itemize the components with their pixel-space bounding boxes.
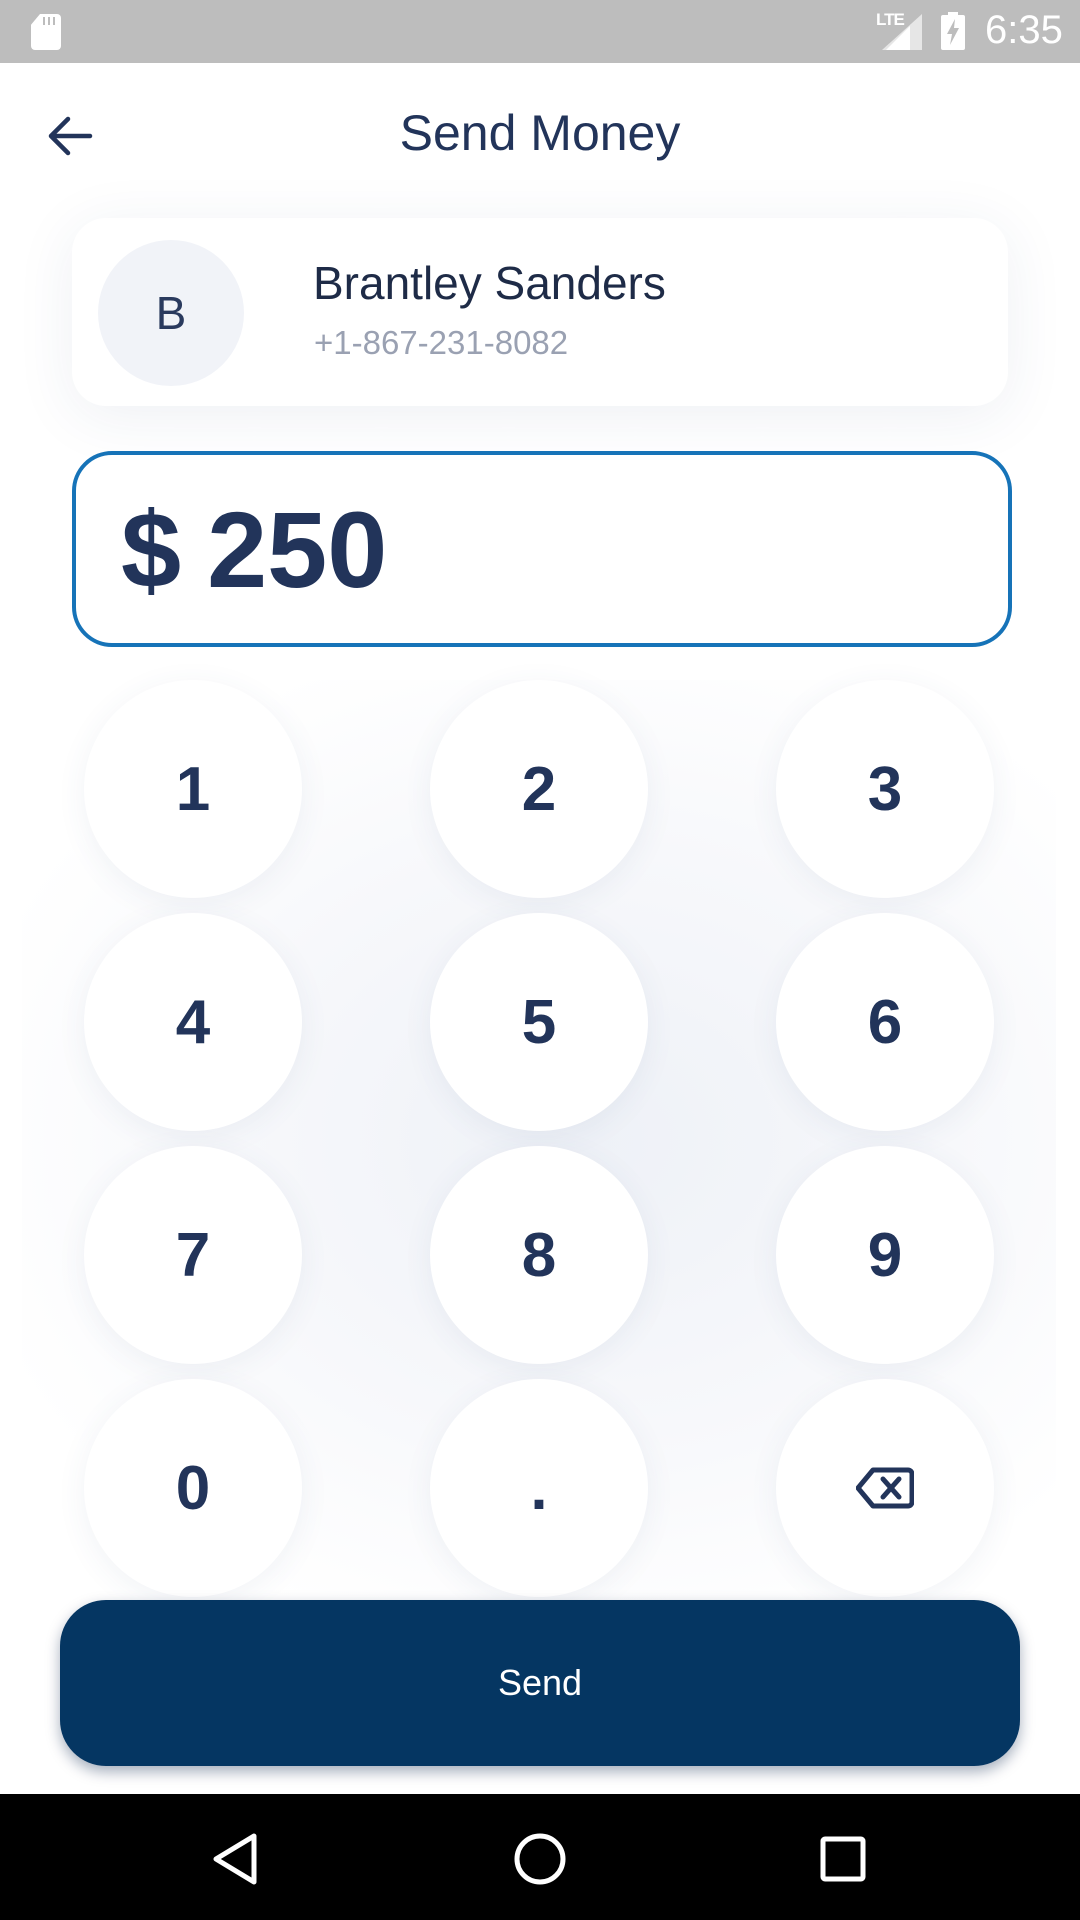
key-decimal[interactable]: . (430, 1379, 648, 1597)
key-0[interactable]: 0 (84, 1379, 302, 1597)
key-4[interactable]: 4 (84, 913, 302, 1131)
home-circle-icon (514, 1833, 566, 1885)
avatar: B (98, 240, 244, 386)
status-time: 6:35 (985, 8, 1063, 52)
nav-back-button[interactable] (200, 1824, 270, 1894)
key-2[interactable]: 2 (430, 680, 648, 898)
nav-recents-button[interactable] (808, 1824, 878, 1894)
key-6[interactable]: 6 (776, 913, 994, 1131)
key-7[interactable]: 7 (84, 1146, 302, 1364)
key-1[interactable]: 1 (84, 680, 302, 898)
key-8[interactable]: 8 (430, 1146, 648, 1364)
recents-square-icon (820, 1836, 866, 1882)
send-button[interactable]: Send (60, 1600, 1020, 1766)
amount-field[interactable]: $ 250 (72, 451, 1012, 647)
backspace-key[interactable] (776, 1379, 994, 1597)
navigation-bar (0, 1794, 1080, 1920)
numeric-keypad: 1 2 3 4 5 6 7 8 9 0 . (22, 680, 1056, 1600)
battery-charging-icon (941, 12, 965, 50)
page-title: Send Money (399, 105, 681, 161)
amount-value: 250 (207, 488, 388, 610)
currency-symbol: $ (121, 488, 182, 610)
status-bar: LTE 6:35 (0, 0, 1080, 63)
recipient-name: Brantley Sanders (313, 257, 666, 309)
key-5[interactable]: 5 (430, 913, 648, 1131)
nav-home-button[interactable] (505, 1824, 575, 1894)
recipient-phone: +1-867-231-8082 (314, 324, 569, 361)
backspace-icon (856, 1467, 914, 1509)
signal-icon (882, 14, 922, 50)
sd-card-icon (31, 14, 61, 50)
back-triangle-icon (213, 1833, 257, 1885)
recipient-card[interactable]: B Brantley Sanders +1-867-231-8082 (72, 218, 1008, 406)
key-3[interactable]: 3 (776, 680, 994, 898)
key-9[interactable]: 9 (776, 1146, 994, 1364)
